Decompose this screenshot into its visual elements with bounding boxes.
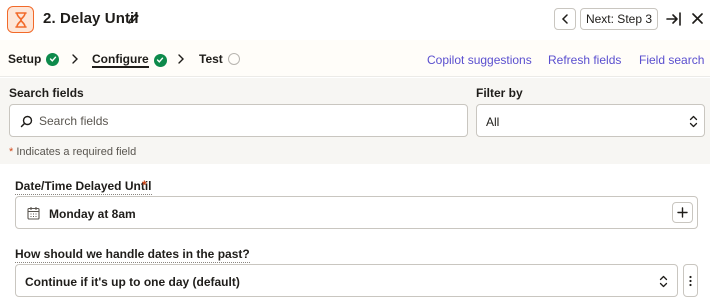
tab-configure[interactable]: Configure (92, 52, 167, 68)
field-search-link[interactable]: Field search (639, 53, 704, 67)
plus-icon (677, 207, 688, 218)
date-time-value: Monday at 8am (49, 207, 136, 221)
step-header: 2. Delay Until Next: Step 3 (0, 0, 710, 40)
chevron-left-icon (561, 14, 568, 24)
tab-label: Test (199, 52, 223, 66)
pencil-icon[interactable] (127, 12, 140, 25)
pending-circle-icon (227, 53, 240, 65)
next-step-button[interactable]: Next: Step 3 (580, 8, 658, 30)
copilot-suggestions-link[interactable]: Copilot suggestions (427, 53, 532, 67)
date-time-field-label: Date/Time Delayed Until (15, 179, 152, 195)
chevron-up-down-icon (659, 275, 668, 288)
step-tabs: Setup Configure Test Copilot suggestions… (0, 40, 710, 77)
past-dates-select[interactable]: Continue if it's up to one day (default) (15, 264, 678, 297)
tab-label: Configure (92, 52, 149, 68)
tab-label: Setup (8, 52, 42, 66)
search-icon (20, 115, 33, 128)
close-icon[interactable] (691, 12, 704, 25)
step-title: 2. Delay Until (43, 10, 139, 27)
tab-setup[interactable]: Setup (8, 52, 60, 66)
required-star: * (9, 146, 14, 158)
hourglass-icon (7, 6, 34, 33)
chevron-right-icon (72, 54, 78, 64)
previous-step-button[interactable] (554, 8, 576, 30)
calendar-icon (27, 207, 40, 220)
chevron-right-icon (178, 54, 184, 64)
date-time-field[interactable]: Monday at 8am (15, 196, 698, 229)
filter-by-select[interactable]: All (476, 104, 705, 137)
refresh-fields-link[interactable]: Refresh fields (548, 53, 621, 67)
collapse-panel-icon[interactable] (666, 11, 682, 27)
required-star: * (142, 178, 147, 192)
past-dates-value: Continue if it's up to one day (default) (25, 275, 240, 289)
check-circle-icon (46, 52, 60, 66)
past-dates-field-label: How should we handle dates in the past? (15, 247, 250, 263)
required-field-note: * Indicates a required field (9, 146, 136, 158)
filter-selected-value: All (486, 115, 500, 129)
search-input[interactable] (39, 113, 449, 129)
required-note-text: Indicates a required field (16, 146, 137, 158)
filter-by-label: Filter by (476, 86, 523, 100)
tab-test[interactable]: Test (199, 52, 240, 66)
chevron-up-down-icon (689, 115, 698, 128)
check-circle-icon (153, 53, 167, 67)
field-options-button[interactable] (683, 264, 698, 297)
field-search-panel: Search fields Filter by All * Indicates … (0, 78, 710, 164)
search-fields-label: Search fields (9, 86, 84, 100)
kebab-menu-icon (689, 275, 692, 286)
insert-data-button[interactable] (672, 202, 693, 223)
search-fields-box[interactable] (9, 104, 468, 137)
